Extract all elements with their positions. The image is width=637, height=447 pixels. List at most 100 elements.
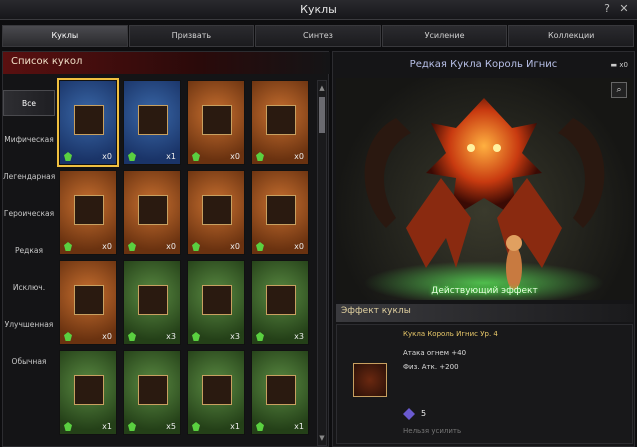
- filter-heroic[interactable]: Героическая: [3, 201, 55, 227]
- green-gem-icon: [192, 242, 200, 251]
- masked-girl-portrait-icon: [74, 195, 104, 225]
- doll-owned-count-value: x0: [619, 61, 628, 69]
- doll-card[interactable]: x0: [57, 78, 119, 167]
- filter-legendary[interactable]: Легендарная: [3, 164, 55, 190]
- doll-card-count: x1: [102, 422, 112, 431]
- doll-card-count: x3: [166, 332, 176, 341]
- green-gem-icon: [192, 152, 200, 161]
- doll-detail-title: Редкая Кукла Король Игнис: [409, 59, 558, 70]
- doll-card[interactable]: x5: [123, 350, 181, 435]
- doll-card[interactable]: x0: [251, 80, 309, 165]
- scroll-down-icon[interactable]: ▼: [318, 433, 326, 443]
- doll-card-count: x0: [294, 242, 304, 251]
- doll-card-count: x5: [166, 422, 176, 431]
- doll-list-panel: Список кукол Все Мифическая Легендарная …: [2, 51, 330, 447]
- doll-card[interactable]: x0: [251, 170, 309, 255]
- green-gem-icon: [128, 332, 136, 341]
- skeleton-portrait-icon: [138, 375, 168, 405]
- doll-card-count: x0: [294, 152, 304, 161]
- rarity-filter-list: Все Мифическая Легендарная Героическая Р…: [3, 86, 55, 447]
- fire-demon-portrait-icon: [353, 363, 387, 397]
- scroll-thumb[interactable]: [319, 97, 325, 133]
- filter-common[interactable]: Обычная: [3, 349, 55, 375]
- active-effect-label: Действующий эффект: [431, 286, 538, 296]
- doll-effect-header: Эффект куклы: [336, 304, 633, 322]
- fire-demon-portrait-icon: [74, 105, 104, 135]
- doll-card[interactable]: x1: [251, 350, 309, 435]
- doll-card-count: x1: [294, 422, 304, 431]
- green-gem-icon: [256, 332, 264, 341]
- tab-enhance[interactable]: Усиление: [381, 25, 508, 47]
- red-warrior-portrait-icon: [266, 105, 296, 135]
- doll-card[interactable]: x3: [251, 260, 309, 345]
- tab-summon[interactable]: Призвать: [128, 25, 255, 47]
- effect-stat-physical-attack: Физ. Атк. +200: [403, 363, 459, 371]
- doll-card-count: x0: [166, 242, 176, 251]
- doll-card-count: x0: [102, 242, 112, 251]
- doll-card[interactable]: x0: [59, 170, 117, 255]
- green-gem-icon: [192, 332, 200, 341]
- doll-effect-title: Эффект куклы: [341, 306, 411, 316]
- tab-synthesis[interactable]: Синтез: [255, 25, 381, 47]
- filter-rare[interactable]: Редкая: [3, 238, 55, 264]
- doll-card[interactable]: x0: [187, 170, 245, 255]
- magnifier-icon[interactable]: ⌕: [611, 82, 627, 98]
- doll-preview: ⌕ Действующий эффект: [336, 78, 633, 305]
- doll-card[interactable]: x1: [59, 350, 117, 435]
- doll-card-count: x0: [102, 332, 112, 341]
- upgrade-value: 5: [421, 409, 427, 418]
- frog-portrait-icon: [138, 285, 168, 315]
- doll-list-header: Список кукол: [3, 52, 330, 74]
- close-button[interactable]: ✕: [617, 2, 631, 16]
- doll-card[interactable]: x3: [187, 260, 245, 345]
- green-gem-icon: [128, 242, 136, 251]
- window-title: Куклы: [300, 3, 337, 16]
- doll-detail-panel: Редкая Кукла Король Игнис ▬ x0 ⌕ Действу…: [332, 51, 635, 447]
- upgrade-status: Нельзя усилить: [403, 427, 462, 435]
- goblin-portrait-icon: [138, 195, 168, 225]
- witch-portrait-icon: [266, 195, 296, 225]
- doll-card[interactable]: x0: [59, 260, 117, 345]
- upgrade-gem-icon: [403, 408, 415, 420]
- green-gem-icon: [64, 242, 72, 251]
- doll-card[interactable]: x3: [123, 260, 181, 345]
- doll-card-count: x3: [230, 332, 240, 341]
- doll-owned-count: ▬ x0: [611, 61, 628, 69]
- doll-effect-box: Кукла Король Игнис Ур. 4 Атака огнем +40…: [336, 324, 633, 444]
- scroll-up-icon[interactable]: ▲: [318, 83, 326, 93]
- tab-collections[interactable]: Коллекции: [508, 25, 634, 47]
- filter-improved[interactable]: Улучшенная: [3, 312, 55, 338]
- green-gem-icon: [192, 422, 200, 431]
- effect-stat-fire-attack: Атака огнем +40: [403, 349, 467, 357]
- filter-exclusive[interactable]: Исключ.: [3, 275, 55, 301]
- green-gem-icon: [64, 152, 72, 161]
- jester-portrait-icon: [266, 285, 296, 315]
- doll-card-count: x3: [294, 332, 304, 341]
- doll-card[interactable]: x1: [187, 350, 245, 435]
- green-gem-icon: [256, 422, 264, 431]
- filter-all[interactable]: Все: [3, 90, 55, 116]
- doll-card[interactable]: x0: [187, 80, 245, 165]
- doll-card[interactable]: x0: [123, 170, 181, 255]
- doll-card-count: x0: [230, 152, 240, 161]
- filter-mythic[interactable]: Мифическая: [3, 127, 55, 153]
- crystal-orb-portrait-icon: [202, 195, 232, 225]
- green-gem-icon: [64, 332, 72, 341]
- folder-icon: ▬: [610, 61, 618, 69]
- armored-beast-portrait-icon: [202, 105, 232, 135]
- tab-dolls[interactable]: Куклы: [2, 25, 128, 47]
- green-gem-icon: [128, 422, 136, 431]
- help-button[interactable]: ?: [600, 2, 614, 16]
- doll-card-count: x1: [166, 152, 176, 161]
- doll-card[interactable]: x1: [123, 80, 181, 165]
- white-haired-portrait-icon: [138, 105, 168, 135]
- doll-list-scrollbar[interactable]: ▲ ▼: [317, 80, 327, 446]
- green-gem-icon: [64, 422, 72, 431]
- dark-elf-portrait-icon: [74, 285, 104, 315]
- doll-list-title: Список кукол: [11, 56, 83, 67]
- doll-card-count: x0: [230, 242, 240, 251]
- green-gem-icon: [256, 152, 264, 161]
- window-titlebar: Куклы ? ✕: [0, 0, 637, 20]
- doll-card-count: x0: [102, 152, 112, 161]
- fire-king-doll-illustration: [364, 98, 605, 305]
